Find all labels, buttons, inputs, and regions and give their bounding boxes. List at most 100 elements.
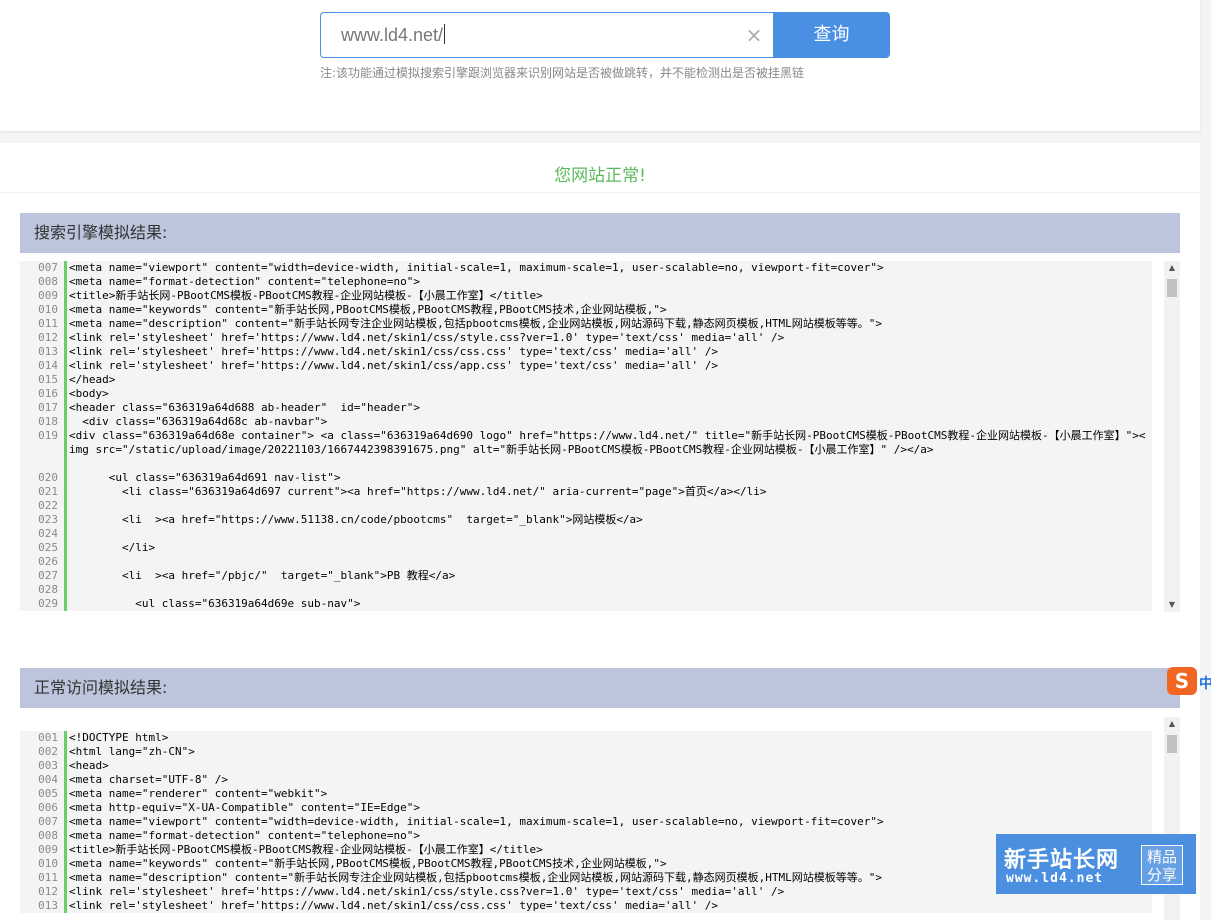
line-code: <html lang="zh-CN">: [69, 745, 195, 758]
line-code: <div class="636319a64d68c ab-navbar">: [69, 415, 328, 428]
line-code: <head>: [69, 759, 109, 772]
code-line: 018 <div class="636319a64d68c ab-navbar"…: [20, 415, 1152, 429]
line-number: 013: [38, 345, 58, 358]
line-code: <meta name="viewport" content="width=dev…: [69, 261, 884, 274]
line-code: <li ><a href="/pbjc/" target="_blank">PB…: [69, 569, 456, 582]
line-code: <link rel='stylesheet' href='https://www…: [69, 899, 719, 912]
scroll-down-icon[interactable]: ▼: [1164, 598, 1180, 612]
line-code: <meta name="renderer" content="webkit">: [69, 787, 328, 800]
line-number: 008: [38, 275, 58, 288]
normal-section-title: 正常访问模拟结果:: [20, 668, 1180, 708]
code-line: 008 <meta name="format-detection" content…: [20, 829, 1152, 843]
code-line: 020 <ul class="636319a64d691 nav-list">: [20, 471, 1152, 485]
line-number: 025: [38, 541, 58, 554]
line-number: 011: [38, 871, 58, 884]
line-gutter: [64, 731, 67, 745]
line-gutter: [64, 513, 67, 527]
line-gutter: [64, 597, 67, 611]
code-line: 014 <link rel='stylesheet' href='https://…: [20, 359, 1152, 373]
line-gutter: [64, 359, 67, 373]
line-number: 005: [38, 787, 58, 800]
line-gutter: [64, 583, 67, 597]
line-gutter: [64, 829, 67, 843]
line-code: <link rel='stylesheet' href='https://www…: [69, 885, 785, 898]
code-line: 024: [20, 527, 1152, 541]
url-input-value: www.ld4.net/: [341, 25, 444, 45]
line-code: <title>新手站长网-PBootCMS模板-PBootCMS教程-企业网站模…: [69, 843, 543, 856]
line-gutter: [64, 759, 67, 773]
code-line: 017 <header class="636319a64d688 ab-heade…: [20, 401, 1152, 415]
code-line: 008 <meta name="format-detection" content…: [20, 275, 1152, 289]
line-number: 010: [38, 303, 58, 316]
code-line: 026: [20, 555, 1152, 569]
sogou-ime-label[interactable]: 中: [1199, 673, 1211, 693]
line-gutter: [64, 415, 67, 429]
line-code: <link rel='stylesheet' href='https://www…: [69, 359, 719, 372]
code-line: 027 <li ><a href="/pbjc/" target="_blank…: [20, 569, 1152, 583]
line-number: 027: [38, 569, 58, 582]
line-gutter: [64, 275, 67, 289]
line-code: <ul class="636319a64d69e sub-nav">: [69, 597, 361, 610]
line-code: <meta name="description" content="新手站长网专…: [69, 871, 882, 884]
scroll-thumb[interactable]: [1167, 279, 1177, 297]
code-line: 013 <link rel='stylesheet' href='https://…: [20, 899, 1152, 913]
line-gutter: [64, 801, 67, 815]
line-number: 009: [38, 289, 58, 302]
engine-code-viewer[interactable]: ▲ ▼ 007 <meta name="viewport" content="wi…: [20, 261, 1180, 612]
line-number: 008: [38, 829, 58, 842]
close-icon[interactable]: ×: [745, 25, 763, 45]
line-number: 024: [38, 527, 58, 540]
badge-url: www.ld4.net: [1006, 871, 1104, 886]
line-gutter: [64, 773, 67, 787]
line-number: 016: [38, 387, 58, 400]
line-code: <meta name="description" content="新手站长网专…: [69, 317, 882, 330]
code-line: 010 <meta name="keywords" content="新手站长网,…: [20, 303, 1152, 317]
line-code: <ul class="636319a64d691 nav-list">: [69, 471, 341, 484]
status-message: 您网站正常!: [554, 166, 646, 186]
line-gutter: [64, 527, 67, 541]
line-code: </head>: [69, 373, 116, 386]
line-number: 020: [38, 471, 58, 484]
code-line: 012 <link rel='stylesheet' href='https://…: [20, 331, 1152, 345]
feature-note: 注:该功能通过模拟搜索引擎跟浏览器来识别网站是否被做跳转，并不能检测出是否被挂黑…: [320, 66, 805, 80]
line-number: 006: [38, 801, 58, 814]
code-line: 009 <title>新手站长网-PBootCMS模板-PBootCMS教程-企业…: [20, 843, 1152, 857]
line-gutter: [64, 857, 67, 871]
line-number: 007: [38, 815, 58, 828]
line-gutter: [64, 289, 67, 303]
line-number: 012: [38, 885, 58, 898]
line-gutter: [64, 471, 67, 485]
code-line: 011 <meta name="description" content="新手站…: [20, 871, 1152, 885]
line-code: <body>: [69, 387, 109, 400]
line-number: 014: [38, 359, 58, 372]
query-button[interactable]: 查询: [773, 12, 890, 58]
code-line: 021 <li class="636319a64d697 current"><a…: [20, 485, 1152, 499]
url-input[interactable]: www.ld4.net/: [320, 12, 773, 58]
badge-title: 新手站长网: [1004, 848, 1120, 873]
line-number: 021: [38, 485, 58, 498]
line-code: <meta http-equiv="X-UA-Compatible" conte…: [69, 801, 420, 814]
code-line: 003 <head>: [20, 759, 1152, 773]
code-line: 012 <link rel='stylesheet' href='https://…: [20, 885, 1152, 899]
line-gutter: [64, 899, 67, 913]
line-gutter: [64, 843, 67, 857]
code-line: 016 <body>: [20, 387, 1152, 401]
line-code: <!DOCTYPE html>: [69, 731, 169, 744]
line-number: 023: [38, 513, 58, 526]
line-gutter: [64, 387, 67, 401]
engine-scrollbar[interactable]: ▲ ▼: [1164, 261, 1180, 612]
line-code: <meta name="format-detection" content="t…: [69, 275, 420, 288]
search-bar: www.ld4.net/ × 查询: [320, 12, 890, 58]
scroll-thumb[interactable]: [1167, 735, 1177, 753]
code-line: 029 <ul class="636319a64d69e sub-nav">: [20, 597, 1152, 611]
line-number: 010: [38, 857, 58, 870]
line-number: 028: [38, 583, 58, 596]
line-number: 012: [38, 331, 58, 344]
sogou-icon[interactable]: S: [1167, 667, 1197, 695]
scroll-up-icon[interactable]: ▲: [1164, 717, 1180, 731]
line-number: 001: [38, 731, 58, 744]
line-gutter: [64, 885, 67, 899]
code-line: 011 <meta name="description" content="新手站…: [20, 317, 1152, 331]
scroll-up-icon[interactable]: ▲: [1164, 261, 1180, 275]
line-gutter: [64, 345, 67, 359]
